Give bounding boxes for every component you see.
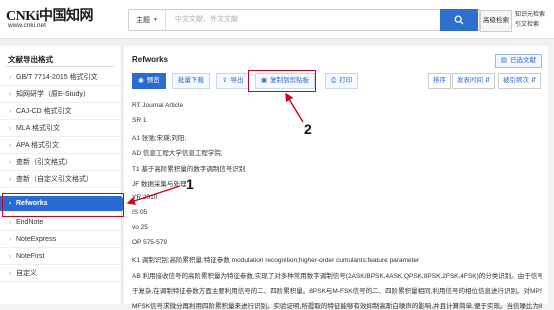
annotation-label-1: 1 [186, 176, 194, 192]
annotation-label-2: 2 [304, 121, 312, 137]
arrow-1 [126, 185, 181, 205]
annotation-arrows [126, 92, 304, 205]
arrow-2 [285, 92, 304, 123]
